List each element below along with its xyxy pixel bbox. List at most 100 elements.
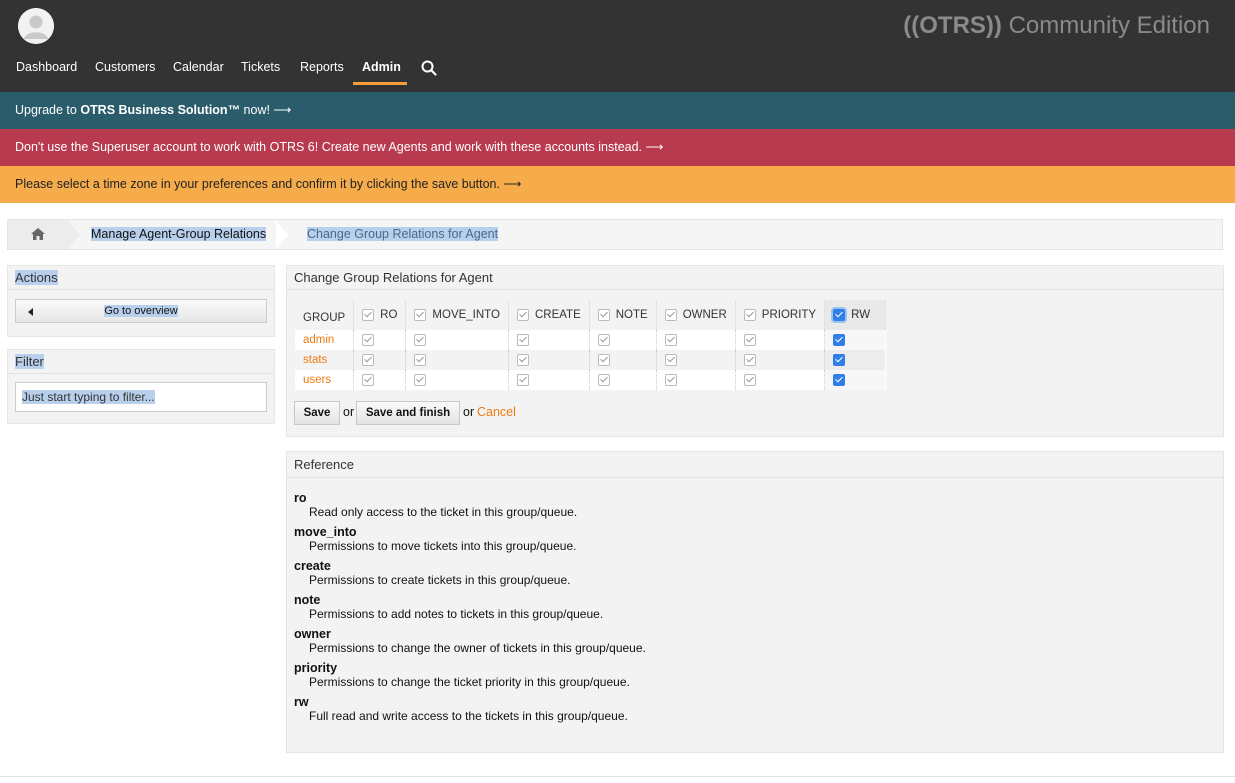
reference-term: rw xyxy=(294,695,309,709)
move-into-checkbox[interactable] xyxy=(414,353,427,366)
ro-select-all-checkbox[interactable] xyxy=(362,308,375,321)
ro-checkbox[interactable] xyxy=(362,353,375,366)
nav-tickets[interactable]: Tickets xyxy=(241,58,280,76)
create-checkbox[interactable] xyxy=(516,373,529,386)
col-ro[interactable]: RO xyxy=(353,300,407,330)
change-relations-header: Change Group Relations for Agent xyxy=(287,266,1223,290)
avatar-icon xyxy=(18,8,54,44)
filter-header: Filter xyxy=(8,350,274,374)
nav-admin[interactable]: Admin xyxy=(362,58,401,76)
table-row: admin xyxy=(295,330,886,350)
owner-select-all-checkbox[interactable] xyxy=(664,308,677,321)
timezone-notice[interactable]: Please select a time zone in your prefer… xyxy=(0,166,1235,203)
nav-active-underline xyxy=(353,82,407,85)
save-and-finish-button[interactable]: Save and finish xyxy=(356,401,460,425)
breadcrumb: Manage Agent-Group Relations Change Grou… xyxy=(7,219,1223,250)
col-owner[interactable]: OWNER xyxy=(656,300,736,330)
col-note[interactable]: NOTE xyxy=(589,300,657,330)
priority-checkbox[interactable] xyxy=(743,373,756,386)
back-arrow-icon xyxy=(28,308,33,316)
actions-panel: Actions Go to overview xyxy=(7,265,275,337)
col-move-into[interactable]: MOVE_INTO xyxy=(405,300,509,330)
create-cell xyxy=(508,370,590,390)
ro-cell xyxy=(353,350,407,370)
logo-suffix: Community Edition xyxy=(1001,12,1210,39)
rw-checkbox[interactable] xyxy=(833,333,846,346)
create-select-all-checkbox[interactable] xyxy=(516,308,529,321)
otrs-logo: ((OTRS)) Community Edition xyxy=(903,12,1210,40)
move-into-select-all-checkbox[interactable] xyxy=(414,308,427,321)
note-checkbox[interactable] xyxy=(597,373,610,386)
priority-cell xyxy=(735,330,826,350)
group-name[interactable]: users xyxy=(295,370,355,390)
col-group: GROUP xyxy=(295,300,355,330)
group-relations-table: GROUP RO MOVE_INTO CREATE NOTE OWNER PRI… xyxy=(295,300,886,390)
search-icon[interactable] xyxy=(421,60,437,76)
note-cell xyxy=(589,370,657,390)
col-priority-label: PRIORITY xyxy=(761,309,817,322)
nav-customers[interactable]: Customers xyxy=(95,58,155,76)
priority-checkbox[interactable] xyxy=(743,333,756,346)
priority-checkbox[interactable] xyxy=(743,353,756,366)
actions-header: Actions xyxy=(8,266,274,290)
group-name[interactable]: stats xyxy=(295,350,355,370)
col-priority[interactable]: PRIORITY xyxy=(735,300,826,330)
rw-checkbox[interactable] xyxy=(833,353,846,366)
home-icon xyxy=(31,228,45,240)
rw-checkbox[interactable] xyxy=(833,373,846,386)
create-cell xyxy=(508,330,590,350)
move-into-checkbox[interactable] xyxy=(414,373,427,386)
reference-header: Reference xyxy=(287,452,1223,478)
filter-input[interactable]: Just start typing to filter... xyxy=(15,382,267,412)
rw-select-all-checkbox[interactable] xyxy=(833,308,846,321)
rw-cell xyxy=(824,370,886,390)
reference-term: owner xyxy=(294,627,331,641)
logo-main: ((OTRS)) xyxy=(903,12,1002,39)
breadcrumb-manage-relations[interactable]: Manage Agent-Group Relations xyxy=(91,220,267,249)
col-create[interactable]: CREATE xyxy=(508,300,590,330)
upgrade-prefix: Upgrade to xyxy=(15,103,81,117)
create-checkbox[interactable] xyxy=(516,353,529,366)
rw-cell xyxy=(824,350,886,370)
superuser-warning[interactable]: Don't use the Superuser account to work … xyxy=(0,129,1235,166)
owner-checkbox[interactable] xyxy=(664,373,677,386)
priority-select-all-checkbox[interactable] xyxy=(743,308,756,321)
ro-checkbox[interactable] xyxy=(362,373,375,386)
nav-reports[interactable]: Reports xyxy=(300,58,344,76)
ro-cell xyxy=(353,330,407,350)
priority-cell xyxy=(735,370,826,390)
reference-term: priority xyxy=(294,661,338,675)
upgrade-product: OTRS Business Solution™ xyxy=(80,103,241,117)
reference-desc: Permissions to change the owner of ticke… xyxy=(309,641,646,655)
reference-title: Reference xyxy=(294,457,354,472)
note-cell xyxy=(589,350,657,370)
create-checkbox[interactable] xyxy=(516,333,529,346)
owner-checkbox[interactable] xyxy=(664,333,677,346)
owner-checkbox[interactable] xyxy=(664,353,677,366)
ro-checkbox[interactable] xyxy=(362,333,375,346)
table-header-row: GROUP RO MOVE_INTO CREATE NOTE OWNER PRI… xyxy=(295,300,886,330)
nav-dashboard[interactable]: Dashboard xyxy=(16,58,77,76)
note-cell xyxy=(589,330,657,350)
nav-calendar[interactable]: Calendar xyxy=(173,58,224,76)
breadcrumb-home[interactable] xyxy=(8,220,68,249)
cancel-link[interactable]: Cancel xyxy=(477,405,516,419)
col-rw[interactable]: RW xyxy=(824,300,886,330)
reference-desc: Full read and write access to the ticket… xyxy=(309,709,628,723)
move-into-checkbox[interactable] xyxy=(414,333,427,346)
reference-desc: Permissions to change the ticket priorit… xyxy=(309,675,630,689)
upgrade-notice[interactable]: Upgrade to OTRS Business Solution™ now! … xyxy=(0,92,1235,129)
filter-title: Filter xyxy=(15,354,44,369)
save-button[interactable]: Save xyxy=(294,401,340,425)
change-relations-title: Change Group Relations for Agent xyxy=(294,270,493,285)
note-checkbox[interactable] xyxy=(597,353,610,366)
go-to-overview-button[interactable]: Go to overview xyxy=(15,299,267,323)
owner-cell xyxy=(656,350,736,370)
note-select-all-checkbox[interactable] xyxy=(597,308,610,321)
upgrade-suffix: now! ⟶ xyxy=(240,103,292,117)
user-avatar[interactable] xyxy=(18,8,54,44)
col-move-into-label: MOVE_INTO xyxy=(432,309,500,322)
group-name[interactable]: admin xyxy=(295,330,355,350)
owner-cell xyxy=(656,330,736,350)
note-checkbox[interactable] xyxy=(597,333,610,346)
